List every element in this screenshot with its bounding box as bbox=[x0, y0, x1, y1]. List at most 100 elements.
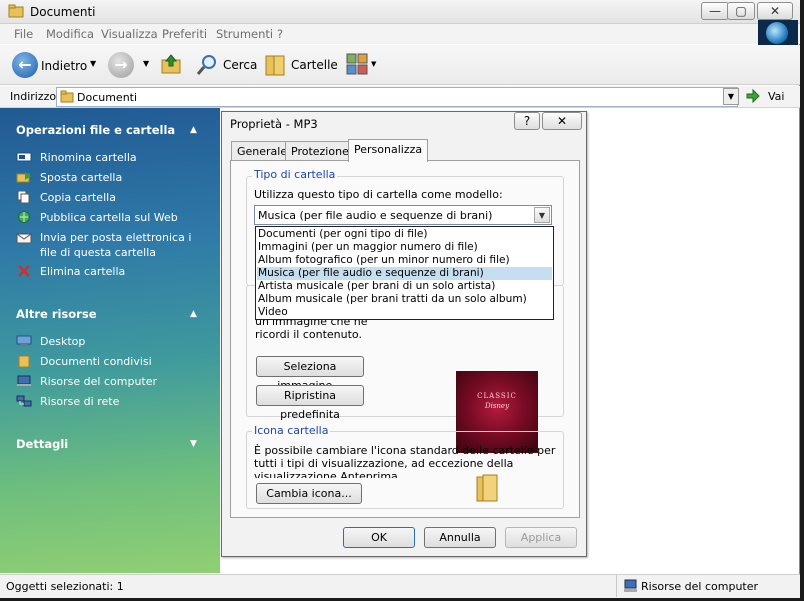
menu-file[interactable]: File bbox=[14, 27, 33, 41]
status-bar: Oggetti selezionati: 1 Risorse del compu… bbox=[0, 574, 800, 598]
rename-icon bbox=[16, 151, 32, 163]
option-documenti[interactable]: Documenti (per ogni tipo di file) bbox=[257, 228, 552, 241]
folder-type-selected: Musica (per file audio e sequenze di bra… bbox=[258, 209, 493, 222]
email-icon bbox=[16, 232, 32, 244]
back-dropdown-icon[interactable]: ▼ bbox=[90, 59, 96, 68]
status-computer-icon bbox=[623, 579, 638, 593]
close-icon: ✕ bbox=[769, 4, 781, 18]
views-icon[interactable] bbox=[346, 53, 368, 75]
tab-protezione[interactable]: Protezione bbox=[285, 141, 355, 161]
task-label: Risorse di rete bbox=[40, 395, 120, 408]
folders-icon bbox=[263, 53, 287, 77]
go-button[interactable]: Vai bbox=[745, 88, 797, 106]
tab-generale[interactable]: Generale bbox=[231, 141, 294, 161]
menu-strumenti[interactable]: Strumenti bbox=[216, 27, 273, 41]
task-network[interactable]: Risorse di rete bbox=[16, 394, 119, 409]
task-desktop[interactable]: Desktop bbox=[16, 334, 85, 349]
task-my-computer[interactable]: Risorse del computer bbox=[16, 374, 157, 389]
collapse-icon[interactable]: ▲ bbox=[190, 309, 197, 319]
help-button[interactable]: ? bbox=[514, 112, 540, 130]
cover-brand: Disney bbox=[484, 402, 510, 410]
desktop-icon bbox=[16, 335, 32, 347]
back-arrow-icon: ← bbox=[12, 52, 38, 78]
task-rename-folder[interactable]: Rinomina cartella bbox=[16, 150, 137, 165]
folder-icon-text: È possibile cambiare l'icona standard de… bbox=[254, 444, 556, 478]
expand-icon[interactable]: ▼ bbox=[190, 439, 197, 449]
menu-preferiti[interactable]: Preferiti bbox=[162, 27, 207, 41]
task-delete-folder[interactable]: Elimina cartella bbox=[16, 264, 125, 279]
maximize-icon: ▢ bbox=[735, 4, 747, 18]
properties-dialog: Proprietà - MP3 ? ✕ Generale Protezione … bbox=[221, 111, 587, 557]
forward-arrow-icon[interactable]: → bbox=[108, 52, 134, 78]
task-label: Invia per posta elettronica i file di qu… bbox=[40, 231, 192, 259]
folder-type-select[interactable]: Musica (per file audio e sequenze di bra… bbox=[254, 205, 552, 225]
task-copy-folder[interactable]: Copia cartella bbox=[16, 190, 116, 205]
section-title-details[interactable]: Dettagli bbox=[16, 437, 68, 451]
minimize-button[interactable]: — bbox=[701, 2, 729, 20]
search-button[interactable]: Cerca bbox=[196, 51, 258, 79]
folders-button[interactable]: Cartelle bbox=[263, 51, 338, 79]
views-dropdown-icon[interactable]: ▼ bbox=[371, 60, 376, 68]
change-icon-button[interactable]: Cambia icona... bbox=[256, 483, 362, 504]
task-email-files[interactable]: Invia per posta elettronica i file di qu… bbox=[16, 230, 206, 260]
task-label: Rinomina cartella bbox=[40, 151, 137, 164]
folder-type-prompt: Utilizza questo tipo di cartella come mo… bbox=[254, 188, 503, 201]
search-label: Cerca bbox=[223, 58, 258, 72]
shared-folder-icon bbox=[16, 355, 32, 368]
address-label: Indirizzo bbox=[10, 90, 57, 103]
section-title-other[interactable]: Altre risorse bbox=[16, 307, 97, 321]
status-selection: Oggetti selezionati: 1 bbox=[6, 580, 124, 593]
section-title-file-ops[interactable]: Operazioni file e cartella bbox=[16, 123, 175, 137]
search-icon bbox=[196, 53, 218, 77]
menu-modifica[interactable]: Modifica bbox=[46, 27, 94, 41]
apply-button[interactable]: Applica bbox=[505, 527, 577, 548]
tab-personalizza[interactable]: Personalizza bbox=[348, 139, 429, 162]
task-label: Desktop bbox=[40, 335, 86, 348]
back-button[interactable]: ← Indietro bbox=[10, 51, 100, 79]
close-button[interactable]: ✕ bbox=[757, 2, 793, 20]
folder-type-legend: Tipo di cartella bbox=[252, 168, 338, 181]
restore-default-button[interactable]: Ripristina predefinita bbox=[256, 385, 364, 421]
option-immagini[interactable]: Immagini (per un maggior numero di file) bbox=[257, 241, 552, 254]
delete-icon bbox=[16, 265, 32, 277]
status-divider bbox=[616, 575, 617, 597]
collapse-icon[interactable]: ▲ bbox=[190, 125, 197, 135]
task-publish-web[interactable]: Pubblica cartella sul Web bbox=[16, 210, 178, 225]
network-icon bbox=[16, 395, 32, 407]
menu-visualizza[interactable]: Visualizza bbox=[101, 27, 158, 41]
folder-app-icon bbox=[8, 4, 24, 18]
dialog-close-button[interactable]: ✕ bbox=[542, 112, 582, 130]
chevron-down-icon[interactable]: ▼ bbox=[534, 207, 550, 223]
option-album-fotografico[interactable]: Album fotografico (per un minor numero d… bbox=[257, 254, 552, 267]
option-album-musicale[interactable]: Album musicale (per brani tratti da un s… bbox=[257, 293, 552, 306]
address-value: Documenti bbox=[77, 91, 138, 104]
option-artista-musicale[interactable]: Artista musicale (per brani di un solo a… bbox=[257, 280, 552, 293]
cancel-button[interactable]: Annulla bbox=[424, 527, 496, 548]
folder-icon-preview bbox=[475, 473, 499, 503]
ok-button[interactable]: OK bbox=[343, 527, 415, 548]
task-move-folder[interactable]: Sposta cartella bbox=[16, 170, 122, 185]
address-folder-icon bbox=[60, 90, 74, 104]
folders-label: Cartelle bbox=[291, 58, 338, 72]
go-label: Vai bbox=[768, 90, 785, 103]
up-folder-icon[interactable] bbox=[160, 53, 182, 75]
computer-icon bbox=[16, 375, 32, 387]
task-label: Documenti condivisi bbox=[40, 355, 152, 368]
web-publish-icon bbox=[16, 211, 32, 223]
move-folder-icon bbox=[16, 171, 32, 183]
address-input[interactable]: Documenti bbox=[56, 87, 738, 107]
address-dropdown-icon[interactable]: ▼ bbox=[723, 88, 739, 105]
menu-help[interactable]: ? bbox=[277, 27, 283, 41]
toolbar: ← Indietro ▼ → ▼ Cerca Cartelle ▼ bbox=[0, 45, 800, 85]
dialog-title: Proprietà - MP3 bbox=[230, 117, 318, 131]
maximize-button[interactable]: ▢ bbox=[727, 2, 755, 20]
globe-icon bbox=[766, 22, 788, 44]
option-musica[interactable]: Musica (per file audio e sequenze di bra… bbox=[257, 267, 552, 280]
task-shared-docs[interactable]: Documenti condivisi bbox=[16, 354, 152, 369]
task-label: Copia cartella bbox=[40, 191, 116, 204]
select-image-button[interactable]: Seleziona immagine... bbox=[256, 356, 364, 392]
option-video[interactable]: Video bbox=[257, 306, 552, 319]
task-label: Elimina cartella bbox=[40, 265, 126, 278]
forward-dropdown-icon[interactable]: ▼ bbox=[143, 59, 149, 68]
back-label: Indietro bbox=[41, 59, 88, 73]
